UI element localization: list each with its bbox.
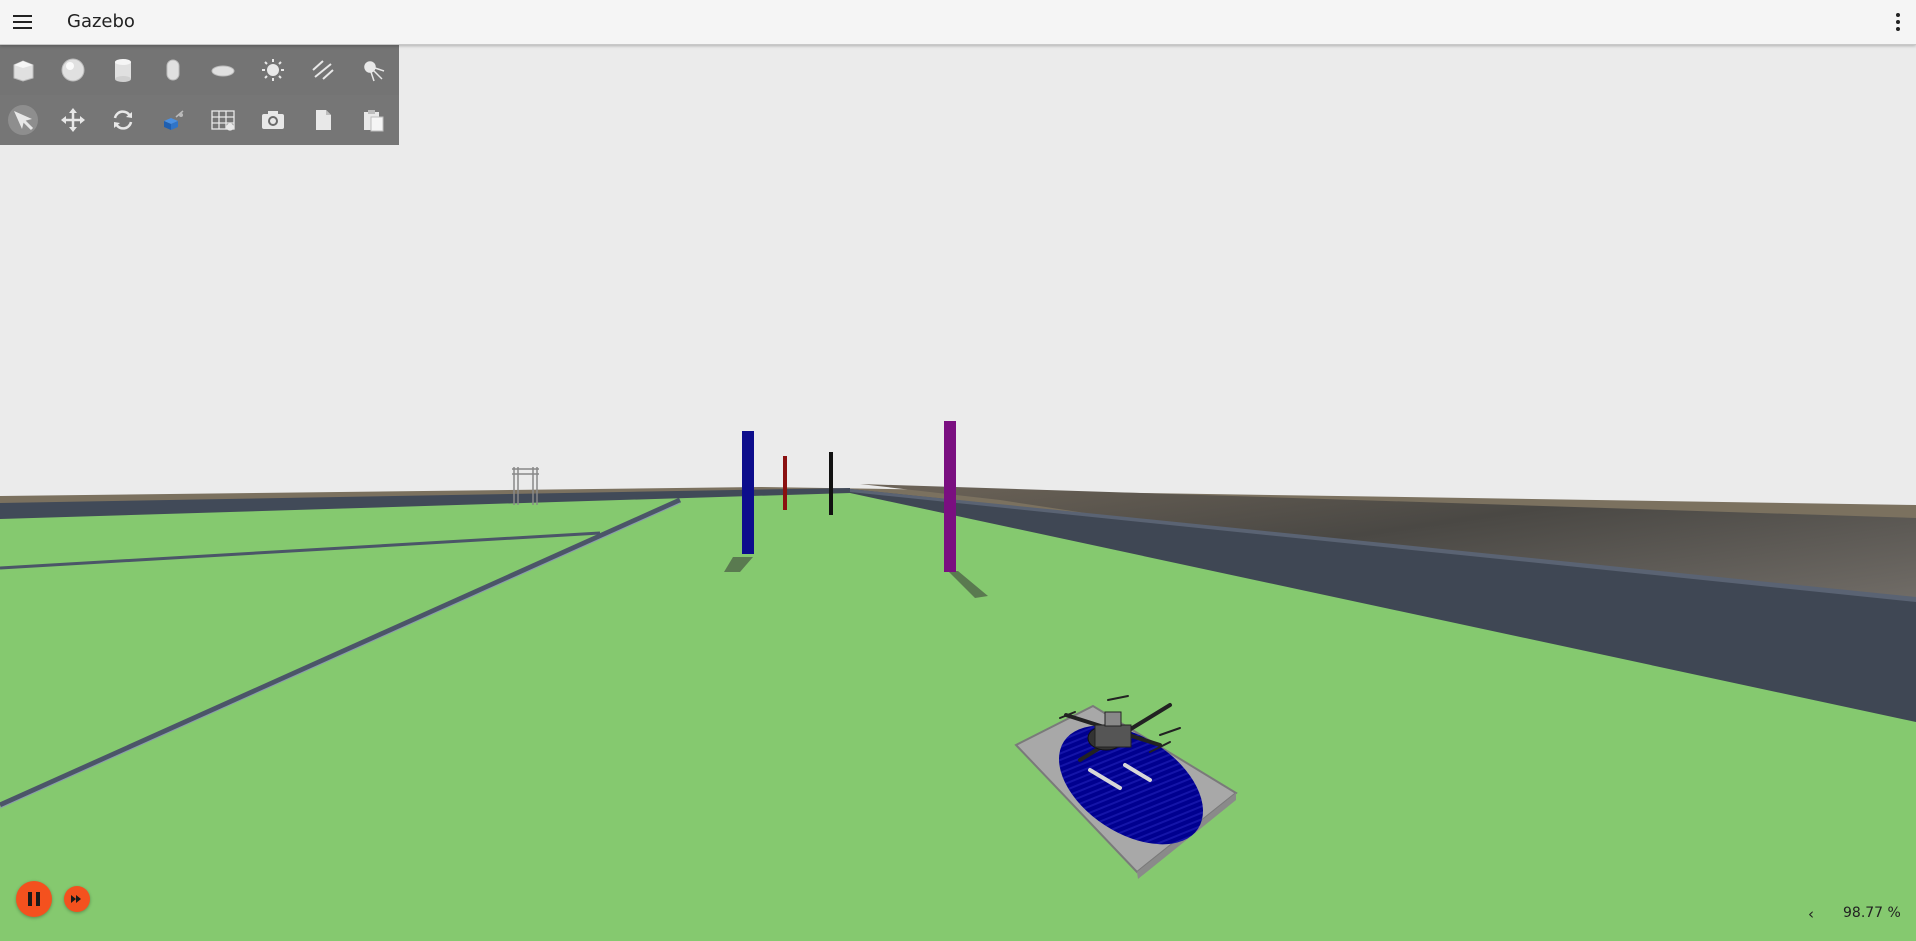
directional-light-icon[interactable] xyxy=(308,55,338,85)
hamburger-menu-icon[interactable] xyxy=(10,9,36,35)
view-angle-icon[interactable] xyxy=(158,105,188,135)
sphere-shape-icon[interactable] xyxy=(58,55,88,85)
screenshot-icon[interactable] xyxy=(258,105,288,135)
rotate-mode-icon[interactable] xyxy=(108,105,138,135)
grid-config-icon[interactable] xyxy=(208,105,238,135)
shapes-lights-row xyxy=(0,45,399,95)
box-shape-icon[interactable] xyxy=(8,55,38,85)
copy-icon[interactable] xyxy=(308,105,338,135)
select-mode-icon[interactable] xyxy=(8,105,38,135)
entity-toolbar xyxy=(0,45,399,145)
vertical-dots-icon[interactable] xyxy=(1888,9,1908,35)
real-time-factor: 98.77 % xyxy=(1843,905,1901,921)
spot-light-icon[interactable] xyxy=(358,55,388,85)
capsule-shape-icon[interactable] xyxy=(158,55,188,85)
pause-icon[interactable] xyxy=(16,881,52,917)
point-light-icon[interactable] xyxy=(258,55,288,85)
black-pole xyxy=(829,452,833,515)
app-title: Gazebo xyxy=(67,11,135,32)
step-forward-icon[interactable] xyxy=(64,886,90,912)
purple-pole xyxy=(944,421,956,572)
ellipsoid-shape-icon[interactable] xyxy=(208,55,238,85)
cylinder-shape-icon[interactable] xyxy=(108,55,138,85)
stats-toggle-button[interactable]: ‹ xyxy=(1808,904,1822,924)
paste-icon[interactable] xyxy=(358,105,388,135)
blue-pole xyxy=(742,431,754,554)
transform-tools-row xyxy=(0,95,399,145)
translate-mode-icon[interactable] xyxy=(58,105,88,135)
red-pole xyxy=(783,456,787,510)
top-app-bar: Gazebo xyxy=(0,0,1916,45)
3d-scene-viewport[interactable] xyxy=(0,45,1916,941)
